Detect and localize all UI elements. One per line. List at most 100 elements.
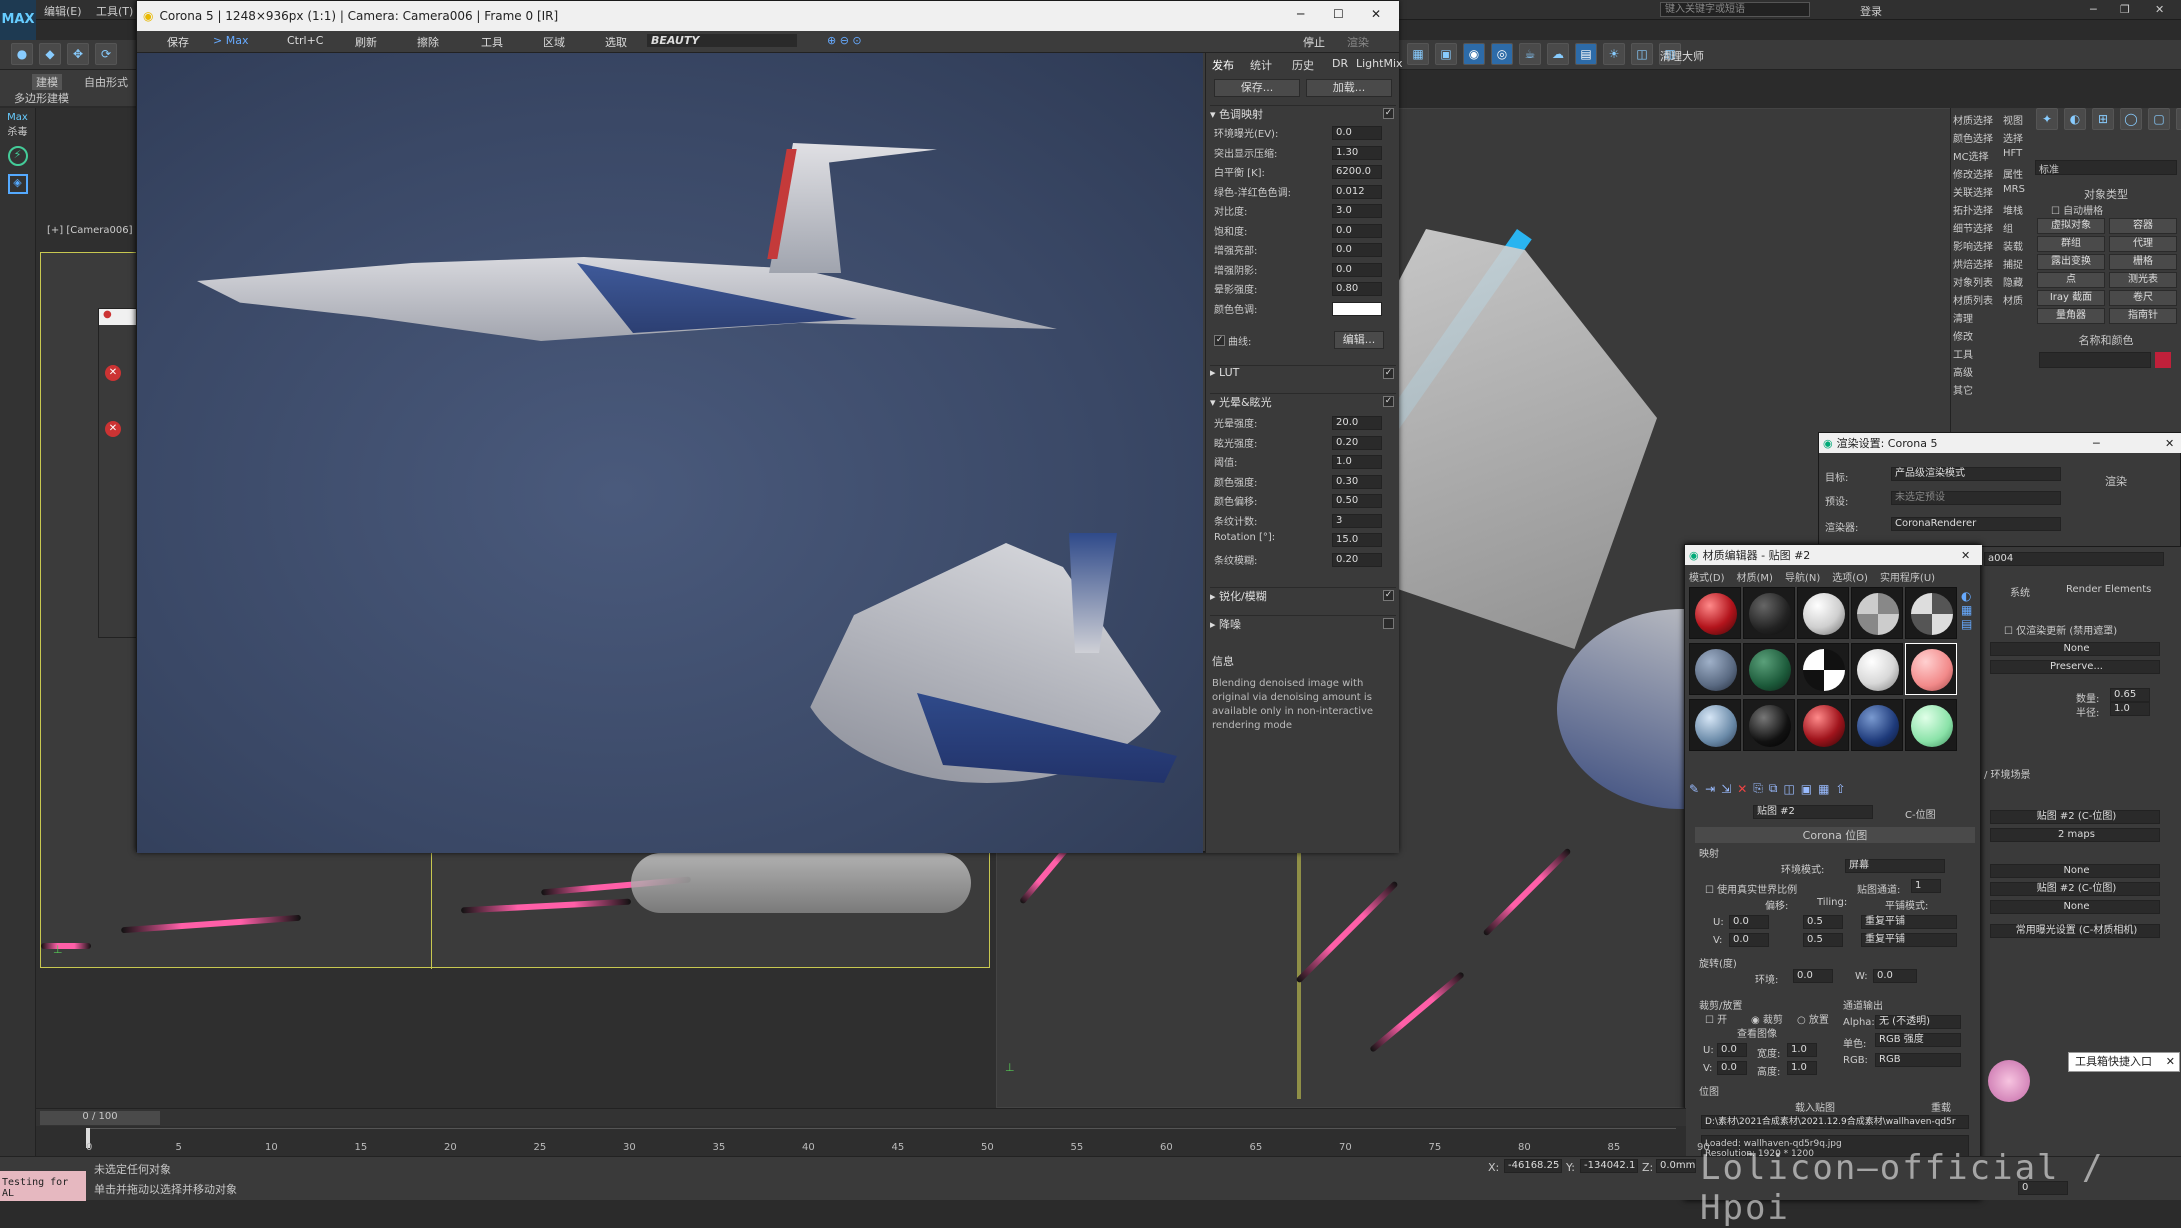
tone-row-value[interactable]: 6200.0 <box>1332 165 1382 179</box>
script-item-b[interactable]: 隐藏 <box>2003 274 2023 289</box>
menu-utilities[interactable]: 实用程序(U) <box>1880 569 1935 584</box>
pick-button[interactable]: 选取 <box>605 34 627 50</box>
material-slot[interactable] <box>1743 587 1795 639</box>
uv-icon[interactable]: ▤ <box>1961 617 1979 631</box>
amount-field[interactable]: 0.65 <box>2110 688 2150 702</box>
tone-row-value[interactable]: 0.0 <box>1332 223 1382 238</box>
lut-header[interactable]: ▸ LUT ✓ <box>1210 365 1396 381</box>
put-library-icon[interactable]: ◫ <box>1783 782 1794 796</box>
tab-lightmix[interactable]: LightMix <box>1356 57 1403 70</box>
script-item-b[interactable]: 捕捉 <box>2003 256 2023 271</box>
w-field[interactable]: 0.0 <box>1873 969 1917 983</box>
close-icon[interactable]: ✕ <box>1961 549 1970 562</box>
hierarchy-icon[interactable]: ⊞ <box>2092 108 2114 130</box>
cloud-icon[interactable]: ☁ <box>1547 43 1569 65</box>
channel-field[interactable]: 1 <box>1911 879 1941 893</box>
pass-select[interactable]: BEAUTY <box>647 34 797 47</box>
tab-modeling[interactable]: 建模 <box>32 74 62 90</box>
v-tile-mode[interactable]: 重复平铺 <box>1861 933 1957 947</box>
tone-color-swatch[interactable] <box>1332 301 1382 316</box>
mono-select[interactable]: RGB 强度 <box>1875 1033 1961 1047</box>
tab-render-elements[interactable]: Render Elements <box>2066 584 2151 595</box>
object-button[interactable]: 容器 <box>2109 218 2177 234</box>
script-item-b[interactable]: HFT <box>2003 148 2022 159</box>
alpha-select[interactable]: 无 (不透明) <box>1875 1015 1961 1029</box>
material-slot[interactable] <box>1851 699 1903 751</box>
autogrid-checkbox[interactable]: ☐ 自动栅格 <box>2051 202 2103 217</box>
crop-on-checkbox[interactable]: ☐ 开 <box>1705 1011 1727 1026</box>
object-button[interactable]: 卷尺 <box>2109 290 2177 306</box>
bloom-header[interactable]: ▾ 光晕&眩光 ✓ <box>1210 393 1396 409</box>
minimize-icon[interactable]: ─ <box>2090 3 2097 16</box>
material-slot[interactable] <box>1905 587 1957 639</box>
view-select[interactable]: a004 <box>1984 552 2164 566</box>
tab-poly-modeling[interactable]: 多边形建模 <box>14 90 69 106</box>
render-icon[interactable]: ◉ <box>1463 43 1485 65</box>
script-item-b[interactable]: 视图 <box>2003 112 2023 127</box>
shield-blue-icon[interactable]: ◈ <box>7 174 28 194</box>
menu-navigation[interactable]: 导航(N) <box>1785 569 1820 584</box>
menu-options[interactable]: 选项(O) <box>1832 569 1868 584</box>
object-button[interactable]: 测光表 <box>2109 272 2177 288</box>
track-bar[interactable]: 0 5 10 15 20 25 30 35 40 45 50 55 60 65 70 75 80 85 90 <box>36 1126 1710 1156</box>
u-tiling-field[interactable]: 0.5 <box>1803 915 1843 929</box>
bloom-row-value[interactable]: 20.0 <box>1332 416 1382 430</box>
object-button[interactable]: 量角器 <box>2037 308 2105 324</box>
denoise-header[interactable]: ▸ 降噪 <box>1210 615 1396 631</box>
env-mode-select[interactable]: 屏幕 <box>1845 859 1945 873</box>
script-item-b[interactable]: MRS <box>2003 184 2025 195</box>
view-image-button[interactable]: 查看图像 <box>1737 1025 1777 1040</box>
minimize-icon[interactable]: ─ <box>2093 437 2100 450</box>
preset-select[interactable]: 未选定预设 <box>1891 491 2061 505</box>
material-slot[interactable] <box>1851 643 1903 695</box>
script-item[interactable]: 颜色选择 <box>1953 130 1993 145</box>
sharpen-checkbox[interactable]: ✓ <box>1383 590 1394 601</box>
script-item-b[interactable]: 属性 <box>2003 166 2023 181</box>
shield-green-icon[interactable]: ⚡ <box>7 146 28 166</box>
common-exposure[interactable]: 常用曝光设置 (C-材质相机) <box>1990 924 2160 938</box>
clear-button[interactable]: 擦除 <box>417 34 439 50</box>
env-map-button-2[interactable]: 贴图 #2 (C-位图) <box>1990 882 2160 896</box>
material-slot[interactable] <box>1743 699 1795 751</box>
material-slot[interactable] <box>1905 643 1957 695</box>
get-material-icon[interactable]: ✎ <box>1689 782 1699 796</box>
script-item-b[interactable]: 材质 <box>2003 292 2023 307</box>
env-map-button[interactable]: 贴图 #2 (C-位图) <box>1990 810 2160 824</box>
u-tile-mode[interactable]: 重复平铺 <box>1861 915 1957 929</box>
material-slot[interactable] <box>1797 699 1849 751</box>
script-item-b[interactable]: 组 <box>2003 220 2013 235</box>
rgb-select[interactable]: RGB <box>1875 1053 1961 1067</box>
width-field[interactable]: 1.0 <box>1787 1043 1817 1057</box>
bitmap-path[interactable]: D:\素材\2021合成素材\2021.12.9合成素材\wallhaven-q… <box>1701 1115 1969 1129</box>
place-radio[interactable]: ○ 放置 <box>1797 1011 1829 1026</box>
menu-edit[interactable]: 编辑(E) <box>44 3 82 19</box>
sharpen-header[interactable]: ▸ 锐化/模糊 ✓ <box>1210 587 1396 603</box>
motion-icon[interactable]: ◯ <box>2120 108 2142 130</box>
material-slot[interactable] <box>1905 699 1957 751</box>
tone-row-value[interactable]: 0.012 <box>1332 184 1382 199</box>
map-type-button[interactable]: C-位图 <box>1905 806 1936 821</box>
create-icon[interactable]: ✦ <box>2036 108 2058 130</box>
teapot-icon[interactable]: ☕ <box>1519 43 1541 65</box>
max-logo[interactable]: MAX <box>0 0 36 40</box>
crop-u-field[interactable]: 0.0 <box>1717 1043 1747 1057</box>
z-coord[interactable]: 0.0mm <box>1656 1159 1696 1173</box>
bloom-row-value[interactable]: 3 <box>1332 513 1382 528</box>
cleaner-button[interactable]: 清理大师 <box>1660 48 1704 64</box>
script-item[interactable]: 影响选择 <box>1953 238 1993 253</box>
script-item[interactable]: 拓扑选择 <box>1953 202 1993 217</box>
unique-icon[interactable]: ⧉ <box>1769 781 1778 796</box>
material-slot[interactable] <box>1851 587 1903 639</box>
tone-row-value[interactable]: 3.0 <box>1332 204 1382 218</box>
object-button[interactable]: 代理 <box>2109 236 2177 252</box>
load-preset-button[interactable]: 加载... <box>1306 79 1392 97</box>
tone-mapping-header[interactable]: ▾ 色调映射 ✓ <box>1210 105 1396 121</box>
renderer-select[interactable]: CoronaRenderer <box>1891 517 2061 531</box>
material-slot[interactable] <box>1743 643 1795 695</box>
script-item[interactable]: 材质列表 <box>1953 292 1993 307</box>
display-icon[interactable]: ▢ <box>2148 108 2170 130</box>
material-slot[interactable] <box>1797 643 1849 695</box>
menu-tools[interactable]: 工具(T) <box>96 3 133 19</box>
realworld-checkbox[interactable]: ☐ 使用真实世界比例 <box>1705 881 1797 896</box>
menu-mode[interactable]: 模式(D) <box>1689 569 1725 584</box>
